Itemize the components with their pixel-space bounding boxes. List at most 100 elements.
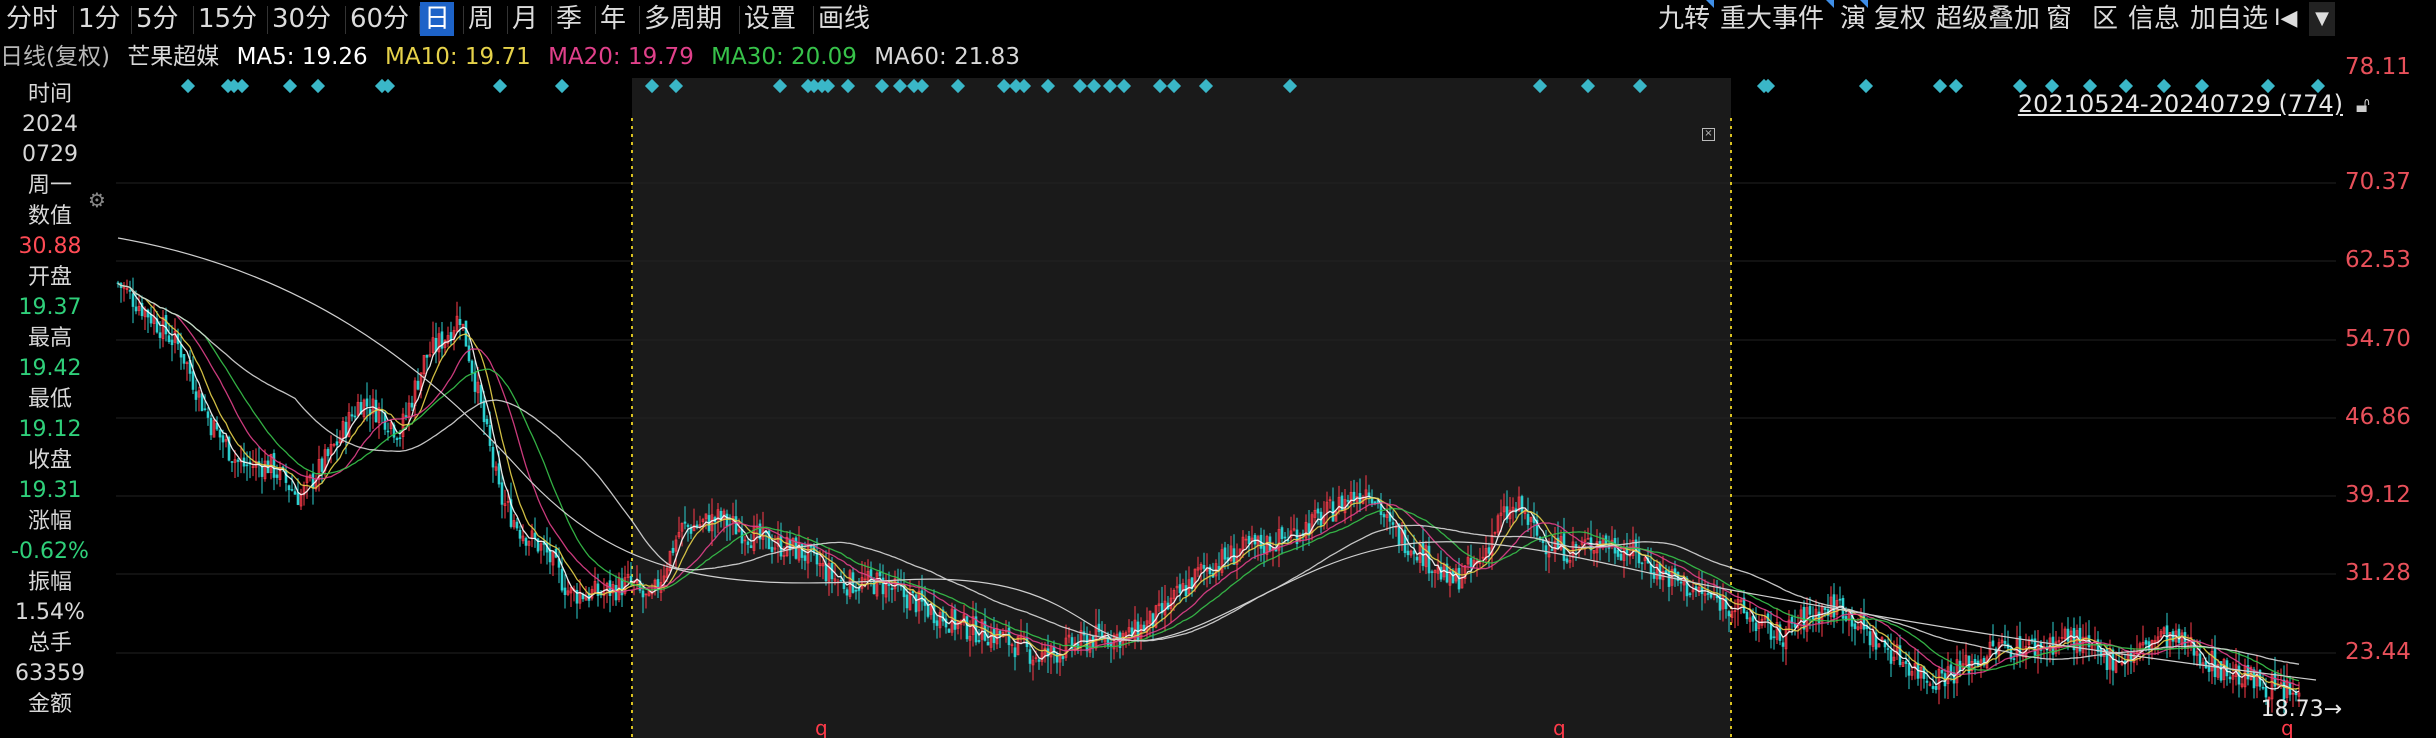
candle-body	[167, 335, 171, 342]
candle-body	[1391, 522, 1395, 525]
year-value: 2024	[22, 112, 78, 137]
candle-body	[1406, 550, 1410, 556]
candle-body	[410, 402, 414, 408]
candle-body	[1247, 535, 1251, 545]
candle-body	[935, 620, 939, 626]
candle-body	[854, 590, 858, 592]
candle-body	[932, 604, 936, 624]
candle-body	[1382, 514, 1386, 518]
candle-body	[1838, 598, 1842, 601]
close-label: 收盘	[27, 448, 72, 473]
period-tab-6[interactable]: 日	[420, 2, 455, 36]
candle-body	[1526, 513, 1530, 525]
candle-body	[488, 424, 492, 446]
skip-to-first-icon[interactable]: I◀	[2270, 2, 2301, 36]
toolbar-right-0[interactable]: 九转	[1654, 2, 1714, 36]
candle-body	[170, 339, 174, 346]
candle-body	[497, 463, 501, 485]
gear-icon[interactable]: ⚙	[88, 188, 106, 212]
candle-body	[1037, 659, 1041, 662]
period-tab-12[interactable]: 设置	[740, 2, 800, 36]
candle-body	[1262, 545, 1266, 554]
candle-body	[485, 418, 489, 425]
candle-body	[725, 513, 729, 527]
candle-body	[926, 604, 930, 617]
candle-body	[1013, 647, 1017, 658]
candle-body	[1853, 623, 1857, 630]
toolbar-right-4[interactable]: 超级叠加	[1932, 2, 2044, 36]
ma30-label: MA30: 20.09	[711, 44, 857, 70]
candle-body	[1370, 497, 1374, 504]
candle-body	[1925, 680, 1929, 683]
ma60-label: MA60: 21.83	[874, 44, 1020, 70]
period-tab-11[interactable]: 多周期	[640, 2, 726, 36]
candle-body	[467, 345, 471, 362]
candle-body	[1280, 527, 1284, 540]
candle-body	[1745, 611, 1749, 620]
candle-body	[779, 535, 783, 557]
toolbar-separator	[419, 6, 420, 34]
y-tick-label: 23.44	[2345, 639, 2411, 665]
high-label: 最高	[27, 326, 72, 351]
candle-body	[1283, 536, 1287, 539]
candle-body	[221, 435, 225, 443]
candle-body	[275, 474, 279, 478]
period-tab-1[interactable]: 1分	[74, 2, 125, 36]
candle-body	[920, 590, 924, 602]
period-tab-0[interactable]: 分时	[2, 2, 62, 36]
toolbar-separator	[267, 6, 268, 34]
close-icon[interactable]: ×	[1702, 128, 1715, 141]
corner-indicator	[1706, 0, 1714, 8]
period-tab-3[interactable]: 15分	[194, 2, 261, 36]
candle-body	[296, 492, 300, 505]
candle-body	[353, 415, 357, 418]
candle-body	[1904, 661, 1908, 664]
lock-icon[interactable]: 🔓︎	[2356, 93, 2370, 118]
candle-body	[320, 458, 324, 472]
toolbar-right-1[interactable]: 重大事件	[1716, 2, 1828, 36]
dropdown-icon[interactable]: ▼	[2309, 2, 2335, 36]
toolbar-right-3[interactable]: 复权	[1870, 2, 1930, 36]
period-tab-13[interactable]: 画线	[814, 2, 874, 36]
candle-body	[182, 353, 186, 364]
candle-body	[986, 641, 990, 646]
candle-body	[1430, 571, 1434, 573]
toolbar-separator	[463, 6, 464, 34]
toolbar-separator	[639, 6, 640, 34]
candle-body	[1973, 658, 1977, 663]
candle-body	[914, 594, 918, 613]
candle-body	[458, 318, 462, 325]
period-tab-9[interactable]: 季	[552, 2, 586, 36]
candle-body	[260, 465, 264, 477]
candle-body	[1667, 571, 1671, 587]
period-tab-10[interactable]: 年	[596, 2, 630, 36]
candle-body	[2198, 653, 2202, 666]
candle-body	[1688, 593, 1692, 596]
range-label[interactable]: 20210524-20240729 (774)	[2018, 90, 2343, 118]
toolbar-right-6[interactable]: 区	[2088, 2, 2122, 36]
candle-body	[1940, 670, 1944, 674]
candle-body	[1640, 562, 1644, 565]
candle-body	[1100, 631, 1104, 640]
toolbar-right-7[interactable]: 信息	[2124, 2, 2184, 36]
candle-body	[1028, 649, 1032, 664]
period-tab-5[interactable]: 60分	[346, 2, 413, 36]
ma-bar: 日线(复权) 芒果超媒 MA5: 19.26 MA10: 19.71 MA20:…	[0, 40, 1030, 74]
candle-body	[770, 546, 774, 552]
period-tab-7[interactable]: 周	[464, 2, 498, 36]
toolbar-right-5[interactable]: 窗	[2042, 2, 2076, 36]
period-tab-2[interactable]: 5分	[132, 2, 183, 36]
y-tick-label: 62.53	[2345, 247, 2411, 273]
amp-value: 1.54%	[15, 600, 85, 625]
candle-body	[911, 590, 915, 594]
period-tab-4[interactable]: 30分	[268, 2, 335, 36]
candle-body	[1934, 686, 1938, 690]
toolbar-right-8[interactable]: 加自选	[2186, 2, 2272, 36]
candle-body	[1373, 501, 1377, 504]
candle-body	[1469, 558, 1473, 568]
candle-body	[1316, 508, 1320, 514]
candle-body	[518, 529, 522, 539]
candle-body	[803, 555, 807, 561]
period-tab-8[interactable]: 月	[508, 2, 542, 36]
candle-body	[287, 485, 291, 491]
